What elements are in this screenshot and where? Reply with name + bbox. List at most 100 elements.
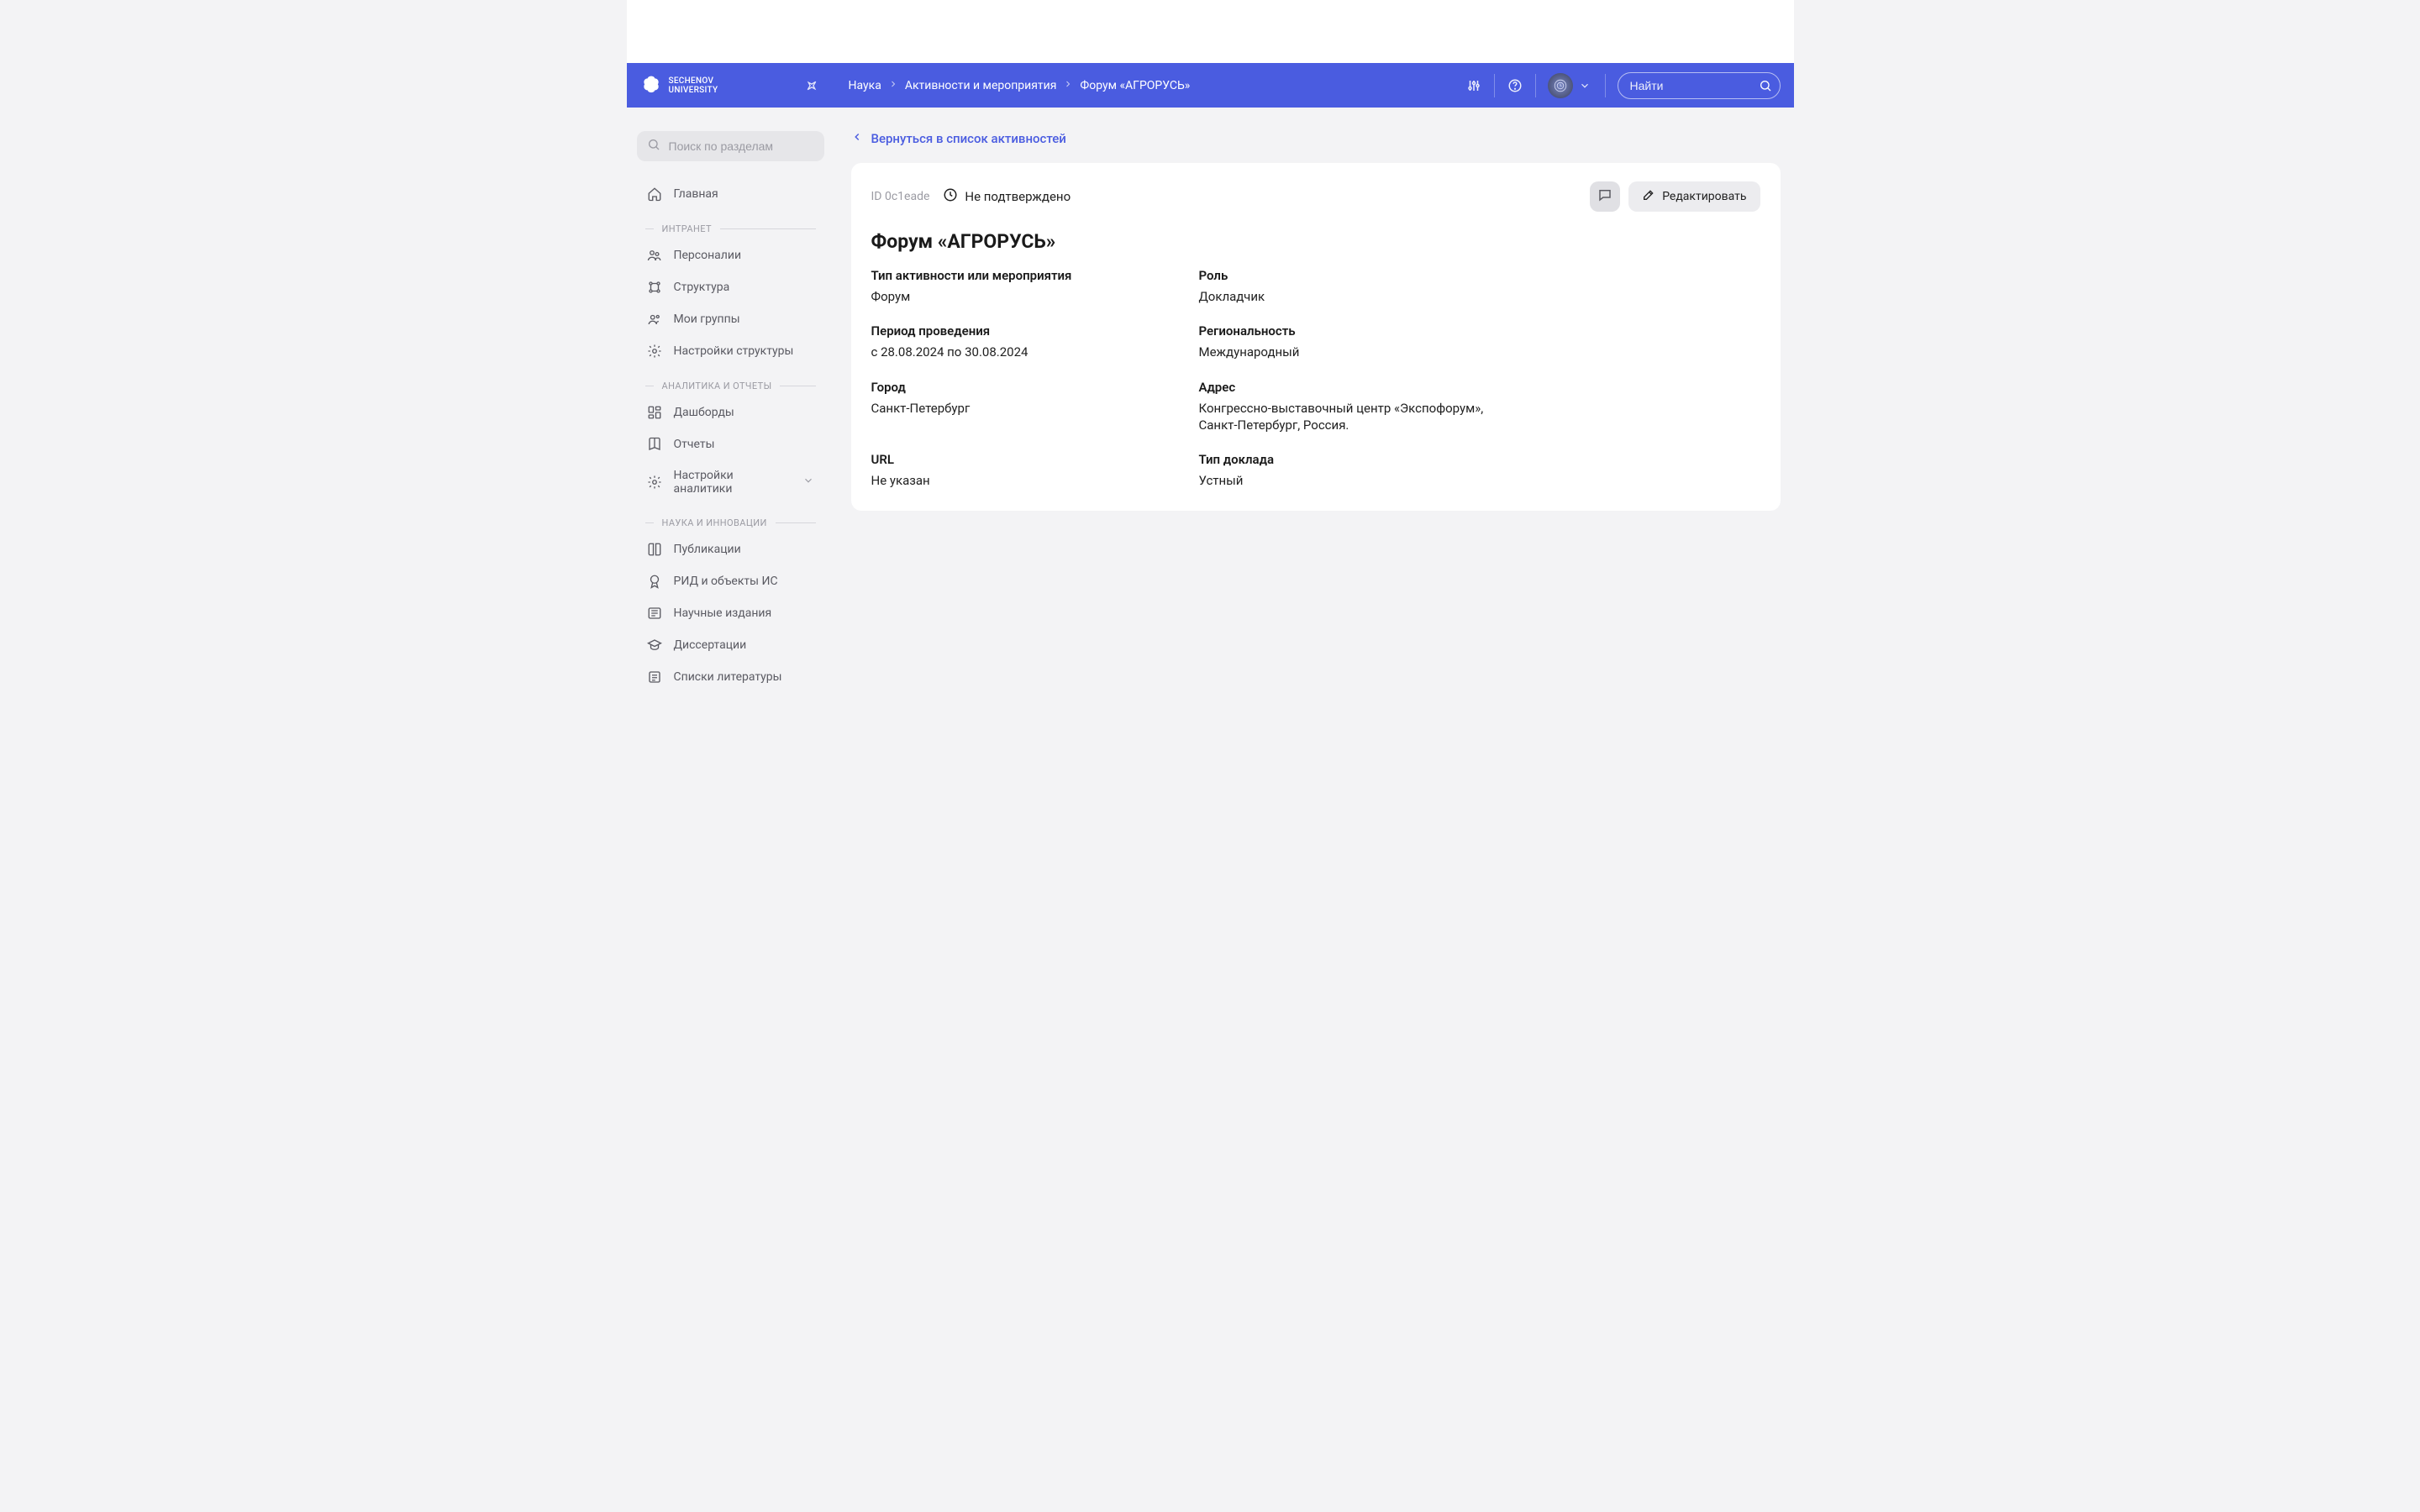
logo[interactable]: Sechenov University	[640, 75, 800, 97]
sidebar-item-personalii[interactable]: Персоналии	[637, 239, 824, 271]
field-activity-type: Тип активности или мероприятия Форум	[871, 268, 1182, 305]
sidebar-item-struct-settings[interactable]: Настройки структуры	[637, 335, 824, 367]
page-title: Форум «АГРОРУСЬ»	[871, 230, 1760, 253]
sidebar-item-publications[interactable]: Публикации	[637, 533, 824, 565]
back-link[interactable]: Вернуться в список активностей	[851, 131, 1066, 146]
sidebar-item-label: Настройки аналитики	[674, 469, 791, 496]
search-icon	[647, 138, 660, 155]
people-icon	[647, 248, 662, 263]
chevron-down-icon[interactable]	[802, 475, 814, 490]
graduation-cap-icon	[647, 638, 662, 653]
field-value: Устный	[1199, 472, 1510, 489]
gear-icon	[647, 344, 662, 359]
dashboard-icon	[647, 405, 662, 420]
field-label: Региональность	[1199, 323, 1510, 339]
sidebar-item-label: Публикации	[674, 543, 741, 556]
field-value: Докладчик	[1199, 288, 1510, 305]
chevron-down-icon[interactable]	[1576, 77, 1593, 94]
field-value: Международный	[1199, 344, 1510, 360]
status-text: Не подтверждено	[965, 189, 1071, 204]
global-search[interactable]	[1618, 72, 1781, 99]
sidebar-item-label: РИД и объекты ИС	[674, 575, 778, 588]
structure-icon	[647, 280, 662, 295]
search-icon[interactable]	[1754, 75, 1776, 97]
status-badge: Не подтверждено	[943, 187, 1071, 206]
field-value: Конгрессно-выставочный центр «Экспофорум…	[1199, 400, 1510, 434]
gear-icon	[647, 475, 662, 490]
field-regionality: Региональность Международный	[1199, 323, 1510, 360]
record-id: ID 0c1eade	[871, 190, 930, 203]
help-icon[interactable]	[1507, 77, 1523, 94]
settings-sliders-icon[interactable]	[1465, 77, 1482, 94]
sidebar-item-label: Диссертации	[674, 638, 747, 652]
sidebar-item-analytics-settings[interactable]: Настройки аналитики	[637, 460, 824, 504]
sidebar-group-analytics: АНАЛИТИКА И ОТЧЕТЫ	[637, 381, 824, 391]
top-blank-area	[627, 0, 1794, 63]
field-label: Адрес	[1199, 380, 1510, 395]
field-label: URL	[871, 452, 1182, 467]
field-label: Роль	[1199, 268, 1510, 283]
separator	[1535, 74, 1536, 97]
breadcrumb-item-2[interactable]: Форум «АГРОРУСЬ»	[1080, 79, 1190, 92]
sidebar-item-label: Научные издания	[674, 606, 772, 620]
sidebar-item-references[interactable]: Списки литературы	[637, 661, 824, 693]
sidebar-search[interactable]	[637, 131, 824, 161]
chat-icon	[1597, 187, 1612, 206]
comments-button[interactable]	[1590, 181, 1620, 212]
sidebar-item-label: Отчеты	[674, 438, 715, 451]
edit-button[interactable]: Редактировать	[1628, 181, 1760, 212]
home-icon	[647, 186, 662, 202]
sidebar-group-science: НАУКА И ИННОВАЦИИ	[637, 517, 824, 528]
sidebar-item-dissertations[interactable]: Диссертации	[637, 629, 824, 661]
sidebar-item-rid[interactable]: РИД и объекты ИС	[637, 565, 824, 597]
field-url: URL Не указан	[871, 452, 1182, 489]
app-header: Sechenov University Наука Активности и м…	[627, 63, 1794, 108]
field-label: Город	[871, 380, 1182, 395]
breadcrumb-item-1[interactable]: Активности и мероприятия	[905, 79, 1057, 92]
sidebar-item-label: Настройки структуры	[674, 344, 794, 358]
field-label: Тип активности или мероприятия	[871, 268, 1182, 283]
field-label: Тип доклада	[1199, 452, 1510, 467]
field-role: Роль Докладчик	[1199, 268, 1510, 305]
field-value: Форум	[871, 288, 1182, 305]
sidebar-item-struktura[interactable]: Структура	[637, 271, 824, 303]
back-link-label: Вернуться в список активностей	[871, 131, 1066, 146]
avatar[interactable]	[1548, 73, 1573, 98]
pencil-icon	[1642, 188, 1655, 205]
breadcrumb-item-0[interactable]: Наука	[849, 79, 881, 92]
sidebar-item-home[interactable]: Главная	[637, 178, 824, 210]
sidebar-item-groups[interactable]: Мои группы	[637, 303, 824, 335]
field-address: Адрес Конгрессно-выставочный центр «Эксп…	[1199, 380, 1510, 434]
sidebar-search-input[interactable]	[669, 139, 821, 153]
main-content: Вернуться в список активностей ID 0c1ead…	[834, 108, 1794, 544]
book-icon	[647, 437, 662, 452]
sidebar-item-label: Структура	[674, 281, 730, 294]
separator	[1494, 74, 1495, 97]
newspaper-icon	[647, 606, 662, 621]
field-value: с 28.08.2024 по 30.08.2024	[871, 344, 1182, 360]
sidebar-item-journals[interactable]: Научные издания	[637, 597, 824, 629]
list-icon	[647, 669, 662, 685]
pin-button[interactable]	[800, 74, 823, 97]
chevron-left-icon	[851, 131, 863, 146]
field-value: Не указан	[871, 472, 1182, 489]
sidebar-item-label: Мои группы	[674, 312, 740, 326]
brain-logo-icon	[640, 75, 662, 97]
field-period: Период проведения с 28.08.2024 по 30.08.…	[871, 323, 1182, 360]
book-open-icon	[647, 542, 662, 557]
activity-card: ID 0c1eade Не подтверждено Редактировать	[851, 163, 1781, 511]
sidebar-item-label: Дашборды	[674, 406, 734, 419]
field-talk-type: Тип доклада Устный	[1199, 452, 1510, 489]
sidebar-item-dashboards[interactable]: Дашборды	[637, 396, 824, 428]
logo-text: Sechenov University	[669, 76, 718, 95]
sidebar-item-label: Главная	[674, 187, 718, 201]
sidebar: Главная ИНТРАНЕТ Персоналии Структура Мо…	[627, 108, 834, 710]
global-search-input[interactable]	[1630, 79, 1754, 92]
sidebar-item-reports[interactable]: Отчеты	[637, 428, 824, 460]
groups-icon	[647, 312, 662, 327]
field-label: Период проведения	[871, 323, 1182, 339]
field-value: Санкт-Петербург	[871, 400, 1182, 417]
sidebar-item-label: Персоналии	[674, 249, 742, 262]
sidebar-group-intranet: ИНТРАНЕТ	[637, 223, 824, 234]
clock-icon	[943, 187, 958, 206]
